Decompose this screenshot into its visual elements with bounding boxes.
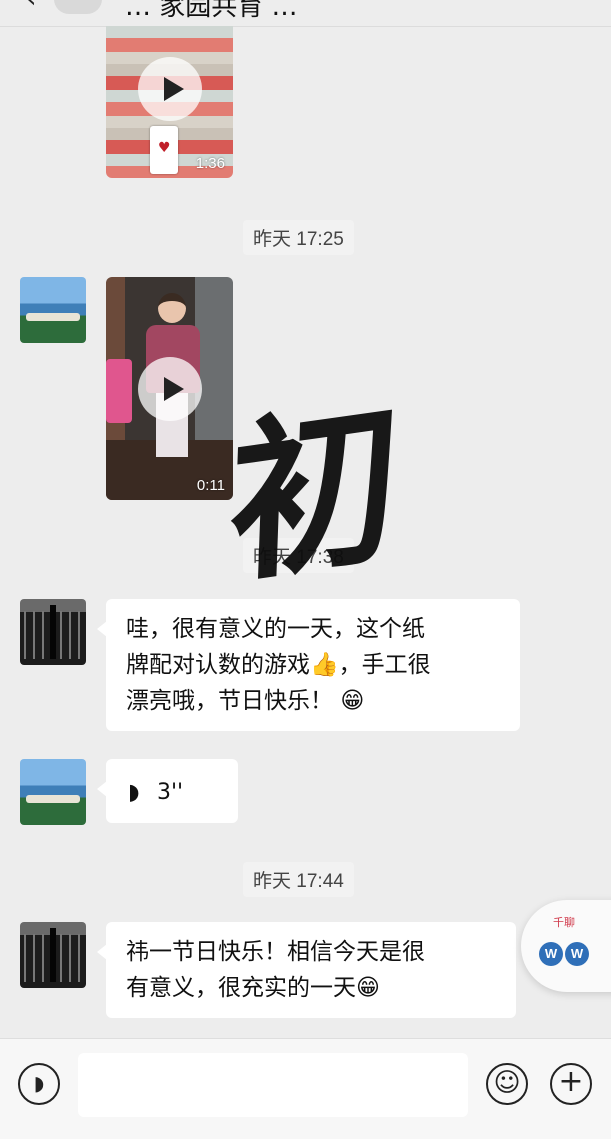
voice-icon[interactable]: ◗ [18,1063,60,1105]
voice-wave-icon: ◗ [128,780,140,805]
message-line: 牌配对认数的游戏👍，手工很 [126,652,431,678]
chat-area: 1:36 昨天 17:25 0:11 昨天 17:38 初 哇，很有意义的一天，… [0,26,611,1038]
video-duration: 1:36 [195,155,225,172]
chat-header: ‹ … 家园共育 … [0,0,611,27]
message-line: 漂亮哦，节日快乐！ 😁 [126,688,365,714]
text-message-bubble[interactable]: 祎一节日快乐！相信今天是很 有意义，很充实的一天😁 [97,922,516,1018]
play-icon[interactable] [137,356,202,421]
grinning-face-icon: 😁 [340,688,365,714]
grinning-face-icon: 😁 [356,975,380,1001]
message-line: 有意义，很充实的一天😁 [126,975,380,1001]
chevron-left-icon[interactable]: ‹ [26,0,36,14]
message-input-bar: ◗ ☺ + [0,1038,611,1139]
floating-app-widget[interactable]: 千聊 W W [521,900,611,992]
chat-title: … 家园共育 … [125,0,298,22]
message-line: 哇，很有意义的一天，这个纸 [126,616,425,642]
timestamp: 昨天 17:25 [243,220,354,255]
timestamp: 昨天 17:44 [243,862,354,897]
avatar[interactable] [20,599,86,665]
thumbs-up-icon: 👍 [310,652,339,678]
unread-count-pill[interactable] [54,0,102,14]
playing-card-image [150,126,178,174]
voice-message-bubble[interactable]: ◗ 3'' [97,759,238,823]
plus-icon[interactable]: + [550,1063,592,1105]
message-input[interactable] [78,1053,468,1117]
video-message[interactable]: 1:36 [106,26,233,178]
video-message[interactable]: 0:11 [106,277,233,500]
calligraphy-overlay: 初 [225,378,404,609]
text-message-bubble[interactable]: 哇，很有意义的一天，这个纸 牌配对认数的游戏👍，手工很 漂亮哦，节日快乐！ 😁 [97,599,520,731]
video-duration: 0:11 [196,477,225,494]
play-icon[interactable] [137,57,202,121]
message-line: 祎一节日快乐！相信今天是很 [126,939,425,965]
avatar[interactable] [20,922,86,988]
avatar[interactable] [20,759,86,825]
emoji-icon[interactable]: ☺ [486,1063,528,1105]
voice-duration: 3'' [157,780,184,805]
app-logo-icon: 千聊 W W [539,914,595,974]
avatar[interactable] [20,277,86,343]
